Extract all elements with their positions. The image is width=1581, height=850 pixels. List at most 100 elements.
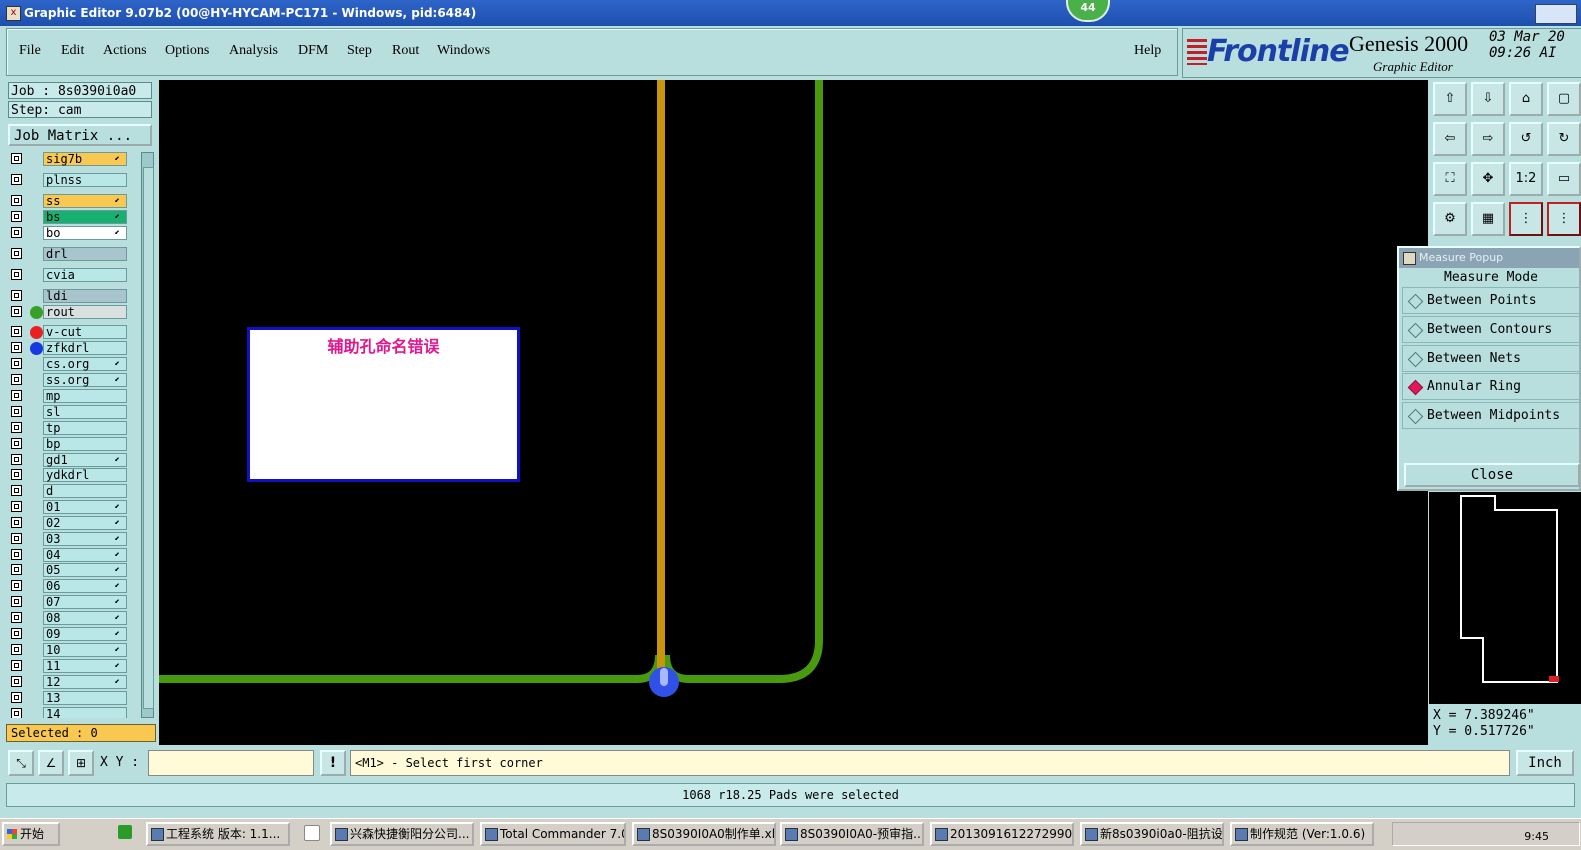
layer-checkbox[interactable] [11,390,22,401]
layer-row[interactable]: plnss [8,173,138,188]
layer-row[interactable]: 14 [8,707,138,718]
layer-row[interactable]: 06 ⬋ [8,579,138,594]
task-3[interactable]: 8S0390I0A0制作单.xl... [632,822,776,846]
menu-dfm[interactable]: DFM [298,43,328,59]
layer-checkbox[interactable] [11,485,22,496]
task-5[interactable]: 20130916122729906.r... [930,822,1074,846]
menu-file[interactable]: File [19,43,41,59]
layer-name[interactable]: d [43,484,127,498]
layer-row[interactable]: 04 ⬋ [8,548,138,563]
layer-name[interactable]: 05 ⬋ [43,563,127,577]
zoom-up-icon[interactable]: ⇧ [1433,82,1467,116]
undo-zoom-icon[interactable]: ↺ [1509,122,1543,156]
layer-checkbox[interactable] [11,549,22,560]
layer-row[interactable]: 09 ⬋ [8,627,138,642]
layer-checkbox[interactable] [11,290,22,301]
layer-row[interactable]: rout [8,305,138,320]
pan-left-icon[interactable]: ⇦ [1433,122,1467,156]
layer-row[interactable]: ss ⬋ [8,194,138,209]
layer-row[interactable]: d [8,484,138,499]
net-alt-icon[interactable]: ⋮ [1547,202,1581,236]
task-7[interactable]: 制作规范 (Ver:1.0.6) [1230,822,1374,846]
snap-icon[interactable]: ⤡ [8,750,34,776]
task-1[interactable]: 兴森快捷衡阳分公司... [330,822,474,846]
layer-name[interactable]: mp [43,389,127,403]
layer-name[interactable]: ss.org ⬋ [43,373,127,387]
layer-name[interactable]: bo ⬋ [43,226,127,240]
layer-checkbox[interactable] [11,269,22,280]
layer-checkbox[interactable] [11,153,22,164]
layer-name[interactable]: gd1 ⬋ [43,453,127,467]
layer-name[interactable]: 12 ⬋ [43,675,127,689]
layer-name[interactable]: bp [43,437,127,451]
layer-row[interactable]: 02 ⬋ [8,516,138,531]
net-icon[interactable]: ⋮ [1509,202,1543,236]
layer-name[interactable]: 09 ⬋ [43,627,127,641]
layer-row[interactable]: ss.org ⬋ [8,373,138,388]
info-button[interactable]: ! [320,750,346,776]
layer-row[interactable]: ldi [8,289,138,304]
layer-checkbox[interactable] [11,469,22,480]
layer-row[interactable]: 01 ⬋ [8,500,138,515]
menu-options[interactable]: Options [165,43,209,59]
layer-checkbox[interactable] [11,227,22,238]
layer-checkbox[interactable] [11,358,22,369]
layer-row[interactable]: bp [8,437,138,452]
grid-snap-icon[interactable]: ⊞ [68,750,94,776]
layer-checkbox[interactable] [11,660,22,671]
layer-checkbox[interactable] [11,342,22,353]
layer-row[interactable]: cvia [8,268,138,283]
layer-name[interactable]: cs.org ⬋ [43,357,127,371]
layer-name[interactable]: 02 ⬋ [43,516,127,530]
option-between-nets[interactable]: Between Nets [1402,345,1580,372]
unit-button[interactable]: Inch [1516,750,1574,776]
layer-name[interactable]: cvia [43,268,127,282]
layer-row[interactable]: ydkdrl [8,468,138,483]
layer-row[interactable]: bs ⬋ [8,210,138,225]
layer-checkbox[interactable] [11,501,22,512]
layer-row[interactable]: cs.org ⬋ [8,357,138,372]
quicklaunch-doc-icon[interactable] [304,825,320,841]
layer-name[interactable]: 04 ⬋ [43,548,127,562]
layer-name[interactable]: 13 [43,691,127,705]
scale-icon[interactable]: ▭ [1547,162,1581,196]
center-icon[interactable]: ✥ [1471,162,1505,196]
quicklaunch-icon[interactable] [118,825,132,839]
option-between-points[interactable]: Between Points [1402,287,1580,314]
layer-name[interactable]: tp [43,421,127,435]
scrollbar-thumb[interactable] [143,167,154,709]
layer-checkbox[interactable] [11,580,22,591]
layer-name[interactable]: 01 ⬋ [43,500,127,514]
layer-row[interactable]: 03 ⬋ [8,532,138,547]
layer-name[interactable]: ldi [43,289,127,303]
layer-name[interactable]: bs ⬋ [43,210,127,224]
layer-name[interactable]: 14 [43,707,127,718]
layer-checkbox[interactable] [11,211,22,222]
option-annular-ring[interactable]: Annular Ring [1402,373,1580,400]
grid-icon[interactable]: ▦ [1471,202,1505,236]
home-icon[interactable]: ⌂ [1509,82,1543,116]
layer-row[interactable]: 08 ⬋ [8,611,138,626]
menu-windows[interactable]: Windows [437,43,490,59]
layer-checkbox[interactable] [11,708,22,718]
layer-scrollbar[interactable] [141,152,154,718]
layer-checkbox[interactable] [11,564,22,575]
measure-popup-titlebar[interactable]: Measure Popup [1399,248,1579,268]
layer-row[interactable]: sl [8,405,138,420]
layer-checkbox[interactable] [11,596,22,607]
task-6[interactable]: 新8s0390i0a0-阻抗设... [1080,822,1224,846]
layer-checkbox[interactable] [11,174,22,185]
layer-name[interactable]: 08 ⬋ [43,611,127,625]
menu-help[interactable]: Help [1134,43,1161,59]
layer-checkbox[interactable] [11,533,22,544]
layer-row[interactable]: drl [8,247,138,262]
layer-checkbox[interactable] [11,454,22,465]
layer-row[interactable]: mp [8,389,138,404]
job-matrix-button[interactable]: Job Matrix ... [8,124,152,146]
layer-checkbox[interactable] [11,248,22,259]
layer-name[interactable]: rout [43,305,127,319]
layer-name[interactable]: ss ⬋ [43,194,127,208]
layer-checkbox[interactable] [11,517,22,528]
layer-checkbox[interactable] [11,374,22,385]
layer-checkbox[interactable] [11,676,22,687]
